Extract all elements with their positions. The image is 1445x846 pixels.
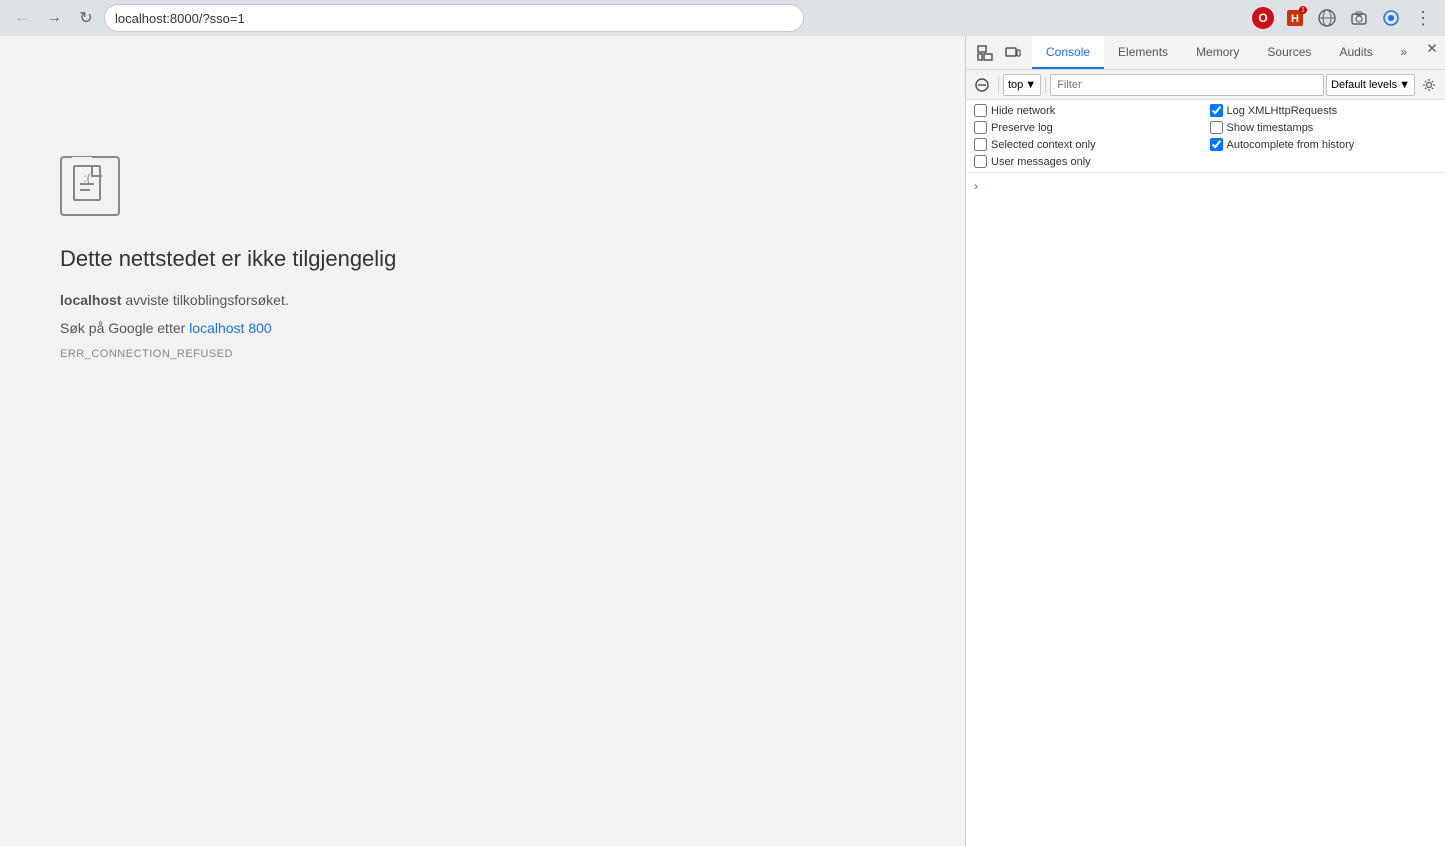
error-search: Søk på Google etter localhost 800 [60,320,396,336]
forward-button[interactable]: → [40,4,68,32]
log-xmlhttp-checkbox[interactable] [1210,104,1223,117]
hide-network-checkbox[interactable] [974,104,987,117]
address-bar[interactable]: localhost:8000/?sso=1 [104,4,804,32]
toolbar-divider-1 [998,77,999,93]
reload-button[interactable]: ↻ [72,4,100,32]
devtools-tabs: Console Elements Memory Sources Audits »… [966,36,1445,70]
devtools-close-button[interactable]: ✕ [1419,36,1445,62]
extension-icon[interactable] [1377,4,1405,32]
main-area: :( Dette nettstedet er ikke tilgjengelig… [0,36,1445,846]
title-bar: ← → ↻ localhost:8000/?sso=1 O H 1 [0,0,1445,36]
cb-autocomplete: Autocomplete from history [1210,138,1438,151]
devtools-tab-icon-group [966,36,1032,69]
hide-network-label[interactable]: Hide network [991,105,1055,117]
back-button[interactable]: ← [8,4,36,32]
error-title: Dette nettstedet er ikke tilgjengelig [60,246,396,272]
tab-audits[interactable]: Audits [1325,36,1386,69]
menu-icon[interactable]: ⋮ [1409,4,1437,32]
devtools-toolbar: top ▼ Default levels ▼ [966,70,1445,100]
cb-user-messages: User messages only [974,155,1202,168]
toolbar-divider-2 [1045,77,1046,93]
cb-log-xmlhttp: Log XMLHttpRequests [1210,104,1438,117]
error-description: localhost avviste tilkoblingsforsøket. [60,292,396,308]
error-icon: :( [60,156,120,216]
cb-selected-context: Selected context only [974,138,1202,151]
devtools-console-area: › [966,173,1445,846]
error-container: :( Dette nettstedet er ikke tilgjengelig… [60,156,396,360]
url-display: localhost:8000/?sso=1 [115,11,245,26]
tab-console[interactable]: Console [1032,36,1104,69]
globe-icon[interactable] [1313,4,1341,32]
error-code: ERR_CONNECTION_REFUSED [60,348,396,360]
preserve-log-label[interactable]: Preserve log [991,122,1053,134]
device-toolbar-button[interactable] [1000,40,1026,66]
page-content: :( Dette nettstedet er ikke tilgjengelig… [0,36,965,846]
selected-context-label[interactable]: Selected context only [991,139,1096,151]
browser-chrome: ← → ↻ localhost:8000/?sso=1 O H 1 [0,0,1445,36]
cb-preserve-log: Preserve log [974,121,1202,134]
preserve-log-checkbox[interactable] [974,121,987,134]
cb-show-timestamps: Show timestamps [1210,121,1438,134]
svg-text::(: :( [83,171,90,185]
tab-more[interactable]: » [1392,36,1415,69]
log-xmlhttp-label[interactable]: Log XMLHttpRequests [1227,105,1338,117]
devtools-checkboxes: Hide network Log XMLHttpRequests Preserv… [966,100,1445,173]
context-selector[interactable]: top ▼ [1003,74,1041,96]
devtools-panel: Console Elements Memory Sources Audits »… [965,36,1445,846]
badge-icon[interactable]: H 1 [1281,4,1309,32]
tab-elements[interactable]: Elements [1104,36,1182,69]
clear-console-button[interactable] [970,73,994,97]
devtools-settings-button[interactable] [1417,73,1441,97]
search-link[interactable]: localhost 800 [189,320,272,336]
tab-memory[interactable]: Memory [1182,36,1253,69]
camera-icon[interactable] [1345,4,1373,32]
autocomplete-label[interactable]: Autocomplete from history [1227,139,1355,151]
show-timestamps-checkbox[interactable] [1210,121,1223,134]
tab-sources[interactable]: Sources [1253,36,1325,69]
default-levels-selector[interactable]: Default levels ▼ [1326,74,1415,96]
selected-context-checkbox[interactable] [974,138,987,151]
autocomplete-checkbox[interactable] [1210,138,1223,151]
console-prompt[interactable]: › [970,177,1441,195]
show-timestamps-label[interactable]: Show timestamps [1227,122,1314,134]
opera-icon[interactable]: O [1249,4,1277,32]
inspect-element-button[interactable] [972,40,998,66]
user-messages-label[interactable]: User messages only [991,156,1091,168]
user-messages-checkbox[interactable] [974,155,987,168]
svg-text:H: H [1291,13,1299,25]
browser-icons: O H 1 [1249,4,1437,32]
cb-hide-network: Hide network [974,104,1202,117]
filter-input[interactable] [1050,74,1324,96]
